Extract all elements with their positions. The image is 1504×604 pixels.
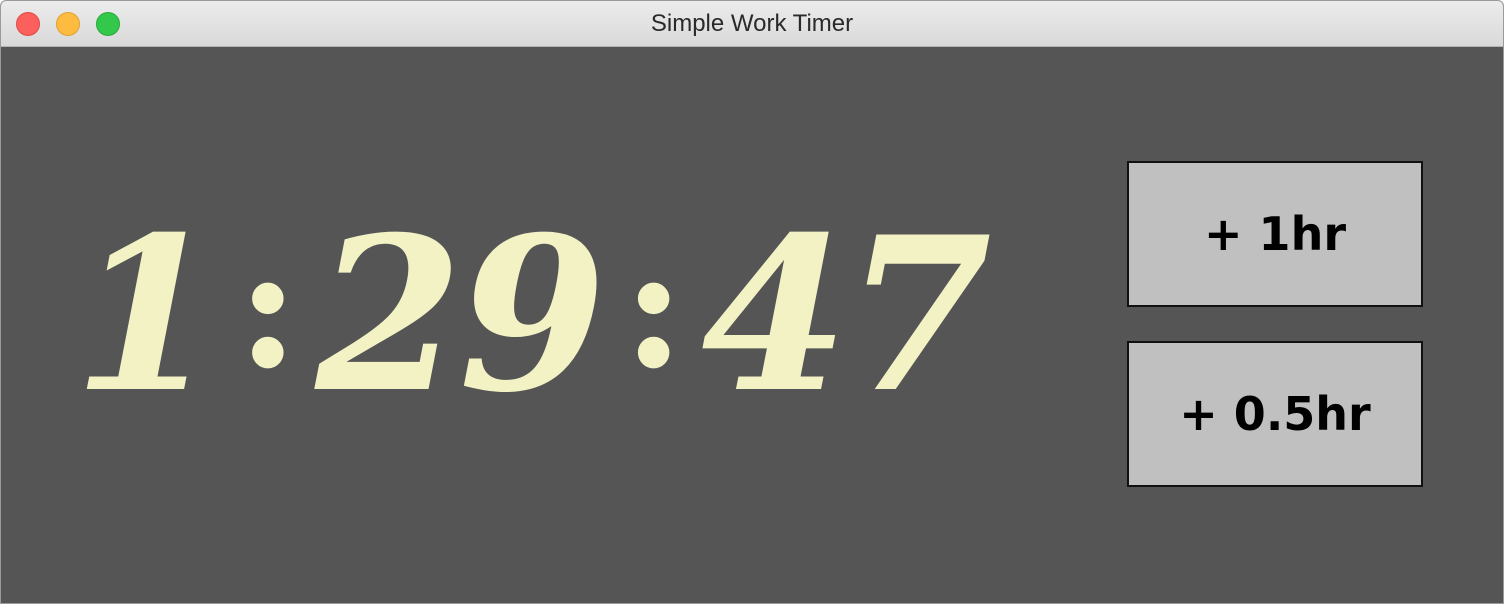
timer-separator: : <box>236 207 300 407</box>
title-bar[interactable]: Simple Work Timer <box>1 1 1503 47</box>
timer-panel: 1 : 29 : 47 + 1hr + 0.5hr <box>1 47 1503 603</box>
timer-display: 1 : 29 : 47 <box>73 190 992 439</box>
add-half-hour-button[interactable]: + 0.5hr <box>1127 341 1423 487</box>
app-window: Simple Work Timer 1 : 29 : 47 + 1hr + 0.… <box>0 0 1504 604</box>
timer-hours: 1 <box>73 190 221 439</box>
add-one-hour-button[interactable]: + 1hr <box>1127 161 1423 307</box>
timer-minutes: 29 <box>315 190 606 439</box>
timer-seconds: 47 <box>701 190 992 439</box>
timer-separator: : <box>622 207 685 407</box>
window-title: Simple Work Timer <box>650 10 854 37</box>
